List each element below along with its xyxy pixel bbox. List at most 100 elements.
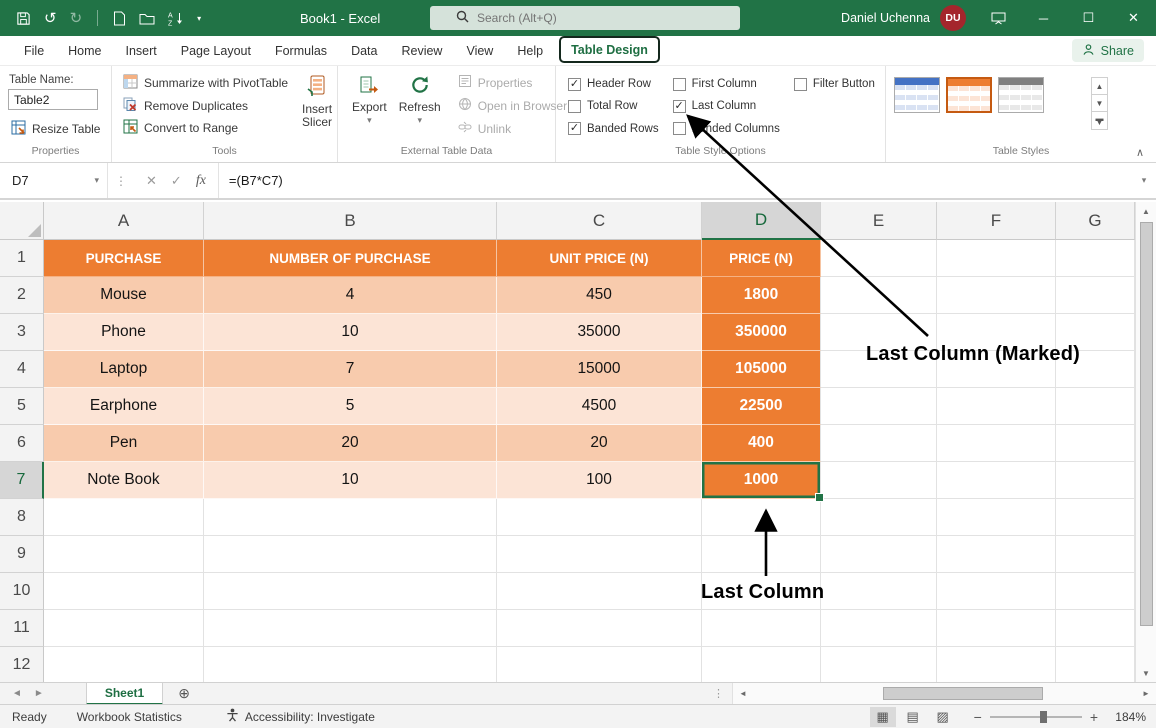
checkbox-box-banded-columns[interactable] xyxy=(673,122,686,135)
row-header-2[interactable]: 2 xyxy=(0,277,44,314)
cell-F9[interactable] xyxy=(937,536,1056,573)
zoom-slider[interactable] xyxy=(990,716,1082,718)
cell-B11[interactable] xyxy=(204,610,497,647)
cell-G10[interactable] xyxy=(1056,573,1135,610)
sheetbar-splitter[interactable]: ⋮ xyxy=(705,687,732,700)
sheet-tab-sheet1[interactable]: Sheet1 xyxy=(86,683,163,705)
cell-A12[interactable] xyxy=(44,647,204,682)
column-header-E[interactable]: E xyxy=(821,202,937,240)
cell-A9[interactable] xyxy=(44,536,204,573)
expand-formula-bar-icon[interactable]: ▾ xyxy=(1132,163,1156,198)
cell-C8[interactable] xyxy=(497,499,702,536)
save-icon[interactable] xyxy=(16,11,31,26)
cell-F6[interactable] xyxy=(937,425,1056,462)
search-box[interactable] xyxy=(430,6,740,30)
checkbox-first-column[interactable]: First Column xyxy=(673,78,780,91)
ribbon-display-options-icon[interactable] xyxy=(976,0,1021,36)
insert-slicer-button[interactable]: Insert Slicer xyxy=(291,71,343,144)
cell-G2[interactable] xyxy=(1056,277,1135,314)
cell-E10[interactable] xyxy=(821,573,937,610)
cell-B9[interactable] xyxy=(204,536,497,573)
close-button[interactable]: ✕ xyxy=(1111,0,1156,36)
cell-G8[interactable] xyxy=(1056,499,1135,536)
cell-A11[interactable] xyxy=(44,610,204,647)
accessibility-status[interactable]: Accessibility: Investigate xyxy=(214,708,387,725)
new-sheet-button[interactable]: ⊕ xyxy=(173,683,195,705)
row-header-5[interactable]: 5 xyxy=(0,388,44,425)
cell-E8[interactable] xyxy=(821,499,937,536)
cell-C1[interactable]: UNIT PRICE (N) xyxy=(497,240,702,277)
cell-A6[interactable]: Pen xyxy=(44,425,204,462)
cell-G7[interactable] xyxy=(1056,462,1135,499)
row-header-8[interactable]: 8 xyxy=(0,499,44,536)
column-header-F[interactable]: F xyxy=(937,202,1056,240)
row-header-1[interactable]: 1 xyxy=(0,240,44,277)
cell-F11[interactable] xyxy=(937,610,1056,647)
cell-G6[interactable] xyxy=(1056,425,1135,462)
page-layout-view-icon[interactable]: ▤ xyxy=(900,707,926,727)
cell-G5[interactable] xyxy=(1056,388,1135,425)
tools-group-label[interactable]: Tools xyxy=(112,144,337,162)
cell-C6[interactable]: 20 xyxy=(497,425,702,462)
cell-E6[interactable] xyxy=(821,425,937,462)
cell-G12[interactable] xyxy=(1056,647,1135,682)
select-all-corner[interactable] xyxy=(0,202,44,240)
cell-B4[interactable]: 7 xyxy=(204,351,497,388)
name-box-dropdown-icon[interactable]: ▾ xyxy=(94,175,99,186)
checkbox-last-column[interactable]: ✓Last Column xyxy=(673,100,780,113)
checkbox-header-row[interactable]: ✓Header Row xyxy=(568,78,659,91)
cell-B1[interactable]: NUMBER OF PURCHASE xyxy=(204,240,497,277)
tab-review[interactable]: Review xyxy=(389,36,454,65)
cell-C10[interactable] xyxy=(497,573,702,610)
tab-table-design[interactable]: Table Design xyxy=(559,36,660,63)
new-document-icon[interactable] xyxy=(113,11,126,26)
sort-ascending-icon[interactable]: AZ xyxy=(168,11,184,26)
column-header-B[interactable]: B xyxy=(204,202,497,240)
tab-file[interactable]: File xyxy=(12,36,56,65)
cell-C4[interactable]: 15000 xyxy=(497,351,702,388)
share-button[interactable]: Share xyxy=(1072,39,1144,62)
cell-B2[interactable]: 4 xyxy=(204,277,497,314)
checkbox-box-first-column[interactable] xyxy=(673,78,686,91)
vertical-scrollbar[interactable]: ▲ ▼ xyxy=(1135,202,1156,682)
convert-to-range-button[interactable]: Convert to Range xyxy=(120,118,291,138)
summarize-pivottable-button[interactable]: Summarize with PivotTable xyxy=(120,73,291,93)
cell-A8[interactable] xyxy=(44,499,204,536)
quick-access-dropdown-icon[interactable]: ▾ xyxy=(197,14,201,23)
next-sheet-icon[interactable]: ► xyxy=(34,688,44,699)
export-button[interactable]: Export ▾ xyxy=(346,71,393,144)
cell-B6[interactable]: 20 xyxy=(204,425,497,462)
tab-help[interactable]: Help xyxy=(505,36,555,65)
collapse-ribbon-icon[interactable]: ∧ xyxy=(1136,146,1144,159)
cell-A1[interactable]: PURCHASE xyxy=(44,240,204,277)
cell-D12[interactable] xyxy=(702,647,821,682)
cell-A7[interactable]: Note Book xyxy=(44,462,204,499)
tab-insert[interactable]: Insert xyxy=(114,36,169,65)
user-name[interactable]: Daniel Uchenna xyxy=(841,11,930,25)
cell-D9[interactable] xyxy=(702,536,821,573)
cell-B8[interactable] xyxy=(204,499,497,536)
column-header-G[interactable]: G xyxy=(1056,202,1135,240)
insert-function-button[interactable]: fx xyxy=(196,173,206,189)
cell-E7[interactable] xyxy=(821,462,937,499)
cell-C9[interactable] xyxy=(497,536,702,573)
cell-E1[interactable] xyxy=(821,240,937,277)
cell-F10[interactable] xyxy=(937,573,1056,610)
scroll-up-icon[interactable]: ▲ xyxy=(1136,202,1156,220)
cell-E9[interactable] xyxy=(821,536,937,573)
cell-F12[interactable] xyxy=(937,647,1056,682)
cell-A5[interactable]: Earphone xyxy=(44,388,204,425)
cell-D4[interactable]: 105000 xyxy=(702,351,821,388)
cell-E11[interactable] xyxy=(821,610,937,647)
cell-B7[interactable]: 10 xyxy=(204,462,497,499)
table-style-light-style[interactable] xyxy=(998,77,1044,113)
scroll-left-icon[interactable]: ◄ xyxy=(733,689,753,698)
checkbox-box-header-row[interactable]: ✓ xyxy=(568,78,581,91)
cell-D8[interactable] xyxy=(702,499,821,536)
scroll-down-icon[interactable]: ▼ xyxy=(1136,664,1156,682)
cell-G9[interactable] xyxy=(1056,536,1135,573)
horizontal-scroll-track[interactable] xyxy=(753,683,1136,705)
cell-B10[interactable] xyxy=(204,573,497,610)
cell-D1[interactable]: PRICE (N) xyxy=(702,240,821,277)
horizontal-scrollbar[interactable]: ◄ ► xyxy=(732,683,1156,705)
